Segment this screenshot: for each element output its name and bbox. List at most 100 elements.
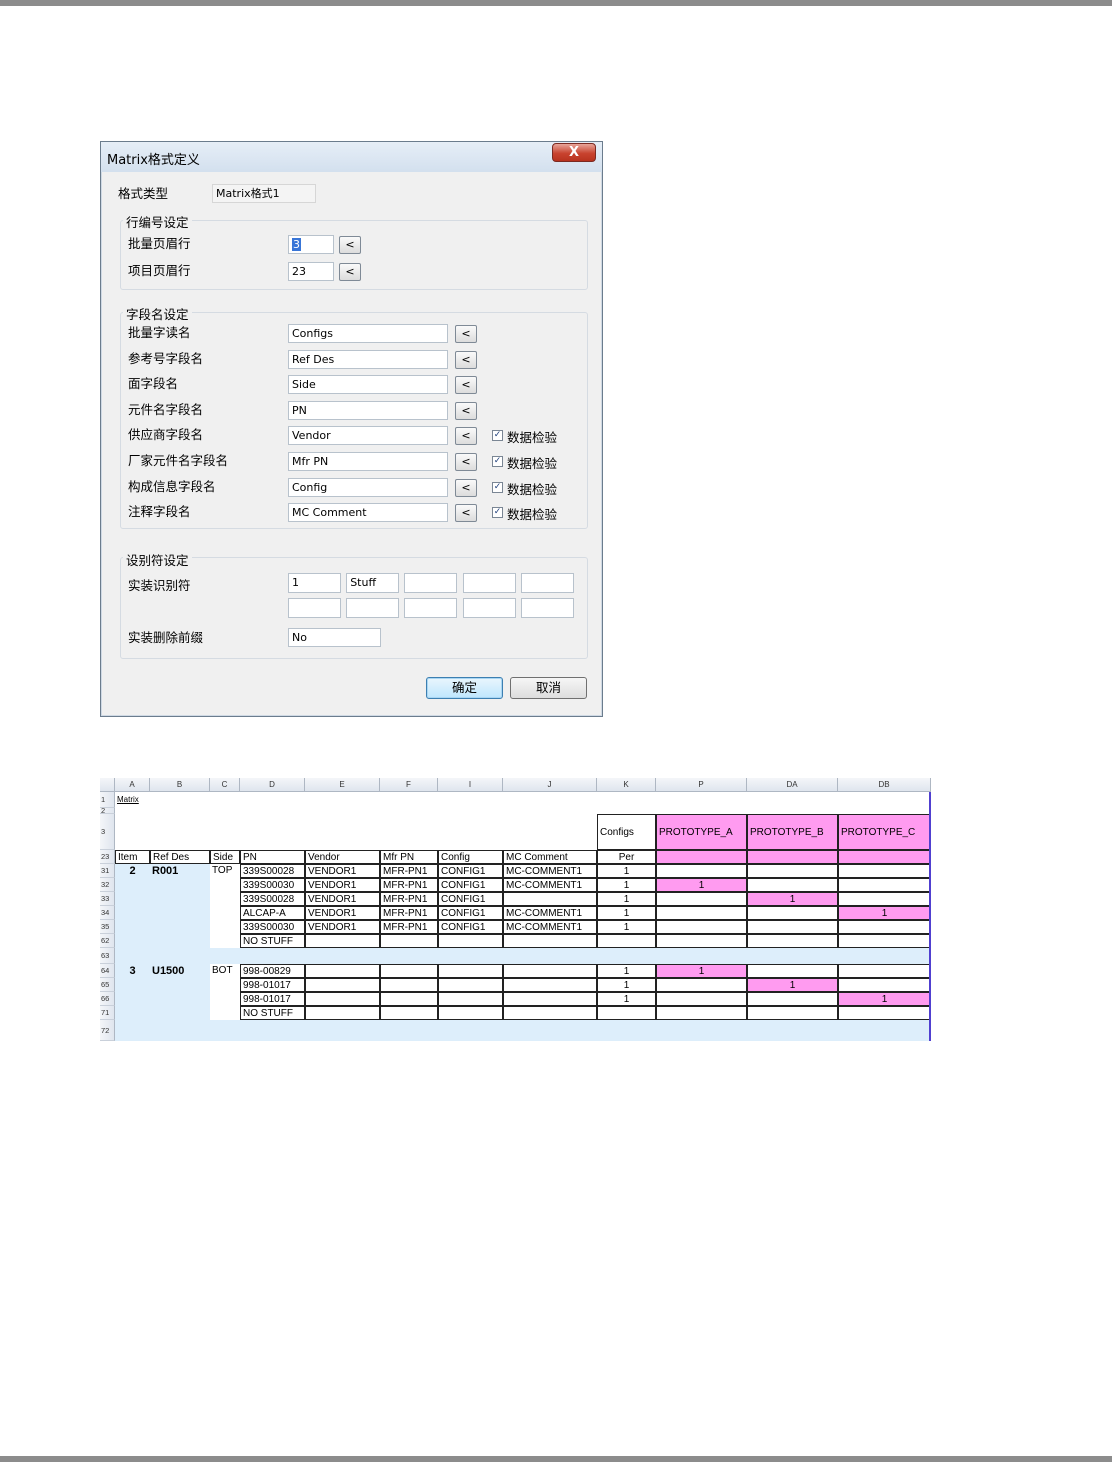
data-check-checkbox[interactable]: ✓ [492, 507, 503, 519]
prototype-value-cell[interactable] [838, 878, 931, 892]
vendor-cell[interactable]: VENDOR1 [305, 864, 380, 878]
group-fill-cell[interactable] [150, 992, 210, 1006]
row-header[interactable]: 33 [100, 892, 115, 906]
mfr-pn-cell[interactable]: MFR-PN1 [380, 892, 438, 906]
mount-identifier-input[interactable] [404, 598, 458, 618]
prototype-header-cell[interactable]: PROTOTYPE_B [747, 814, 838, 850]
prototype-value-cell[interactable] [656, 906, 747, 920]
mfr-pn-cell[interactable] [380, 978, 438, 992]
vendor-cell[interactable] [305, 992, 380, 1006]
mount-identifier-input[interactable]: 1 [288, 573, 341, 593]
column-header[interactable]: DA [747, 778, 838, 792]
field-row-input[interactable]: Side [288, 375, 448, 395]
item-number-cell[interactable]: 2 [115, 864, 150, 878]
group-fill-cell[interactable] [115, 1006, 150, 1020]
prototype-heading-cell[interactable] [656, 850, 747, 864]
side-cell[interactable] [210, 934, 240, 948]
prototype-value-cell[interactable] [747, 878, 838, 892]
group-fill-cell[interactable] [150, 906, 210, 920]
per-cell[interactable]: 1 [597, 992, 656, 1006]
prototype-value-cell[interactable] [838, 1006, 931, 1020]
prototype-value-cell[interactable] [838, 892, 931, 906]
prototype-value-cell[interactable] [747, 906, 838, 920]
field-row-pick-button[interactable]: < [455, 401, 477, 420]
prototype-value-cell[interactable] [656, 864, 747, 878]
pn-cell[interactable]: 339S00028 [240, 892, 305, 906]
spacer-row-cell[interactable] [150, 1020, 210, 1041]
side-cell[interactable] [210, 992, 240, 1006]
group-fill-cell[interactable] [150, 920, 210, 934]
mfr-pn-cell[interactable]: MFR-PN1 [380, 878, 438, 892]
column-header[interactable]: J [503, 778, 597, 792]
column-heading-cell[interactable]: PN [240, 850, 305, 864]
field-row-pick-button[interactable]: < [455, 453, 477, 471]
mount-identifier-input[interactable] [462, 573, 516, 593]
side-cell[interactable] [210, 906, 240, 920]
column-heading-cell[interactable]: Per [597, 850, 656, 864]
row-header[interactable]: 23 [100, 850, 115, 864]
pn-cell[interactable]: 998-00829 [240, 964, 305, 978]
prototype-value-cell[interactable] [656, 1006, 747, 1020]
row-header[interactable]: 65 [100, 978, 115, 992]
spacer-row-cell[interactable] [438, 1020, 503, 1041]
spacer-row-cell[interactable] [597, 1020, 656, 1041]
mount-identifier-input[interactable] [462, 598, 516, 618]
mount-identifier-input[interactable] [346, 598, 400, 618]
column-heading-cell[interactable]: MC Comment [503, 850, 597, 864]
group-fill-cell[interactable] [115, 920, 150, 934]
per-cell[interactable]: 1 [597, 964, 656, 978]
config-cell[interactable] [438, 964, 503, 978]
prototype-value-cell[interactable] [838, 920, 931, 934]
data-check-checkbox[interactable]: ✓ [492, 430, 503, 442]
config-cell[interactable]: CONFIG1 [438, 878, 503, 892]
prototype-value-cell[interactable] [747, 964, 838, 978]
config-cell[interactable] [438, 992, 503, 1006]
config-cell[interactable] [438, 934, 503, 948]
configs-header-cell[interactable]: Configs [597, 814, 656, 850]
pn-cell[interactable]: 998-01017 [240, 978, 305, 992]
spacer-row-cell[interactable] [503, 948, 597, 964]
column-header[interactable]: D [240, 778, 305, 792]
prototype-value-cell[interactable] [747, 992, 838, 1006]
group-fill-cell[interactable] [115, 906, 150, 920]
pn-cell[interactable]: NO STUFF [240, 934, 305, 948]
row-header[interactable]: 62 [100, 934, 115, 948]
pn-cell[interactable]: 339S00028 [240, 864, 305, 878]
prototype-value-cell[interactable]: 1 [838, 906, 931, 920]
field-row-input[interactable]: Mfr PN [288, 452, 448, 471]
column-heading-cell[interactable]: Ref Des [150, 850, 210, 864]
cell-a1[interactable]: Matrix [115, 792, 150, 808]
spacer-row-cell[interactable] [240, 948, 305, 964]
per-cell[interactable]: 1 [597, 864, 656, 878]
mc-comment-cell[interactable] [503, 978, 597, 992]
item-number-cell[interactable]: 3 [115, 964, 150, 978]
spacer-row-cell[interactable] [240, 1020, 305, 1041]
row-header[interactable]: 66 [100, 992, 115, 1006]
pn-cell[interactable]: NO STUFF [240, 1006, 305, 1020]
side-cell[interactable] [210, 878, 240, 892]
spacer-row-cell[interactable] [438, 948, 503, 964]
mfr-pn-cell[interactable] [380, 992, 438, 1006]
row-header[interactable]: 3 [100, 814, 115, 850]
spacer-row-cell[interactable] [656, 1020, 747, 1041]
data-check-checkbox[interactable]: ✓ [492, 481, 503, 493]
column-header[interactable]: K [597, 778, 656, 792]
mount-identifier-input[interactable] [288, 598, 341, 618]
per-cell[interactable]: 1 [597, 878, 656, 892]
mc-comment-cell[interactable] [503, 964, 597, 978]
mount-identifier-input[interactable] [520, 573, 574, 593]
prototype-header-cell[interactable]: PROTOTYPE_A [656, 814, 747, 850]
side-value-cell[interactable]: TOP [210, 864, 240, 878]
vendor-cell[interactable] [305, 964, 380, 978]
prototype-value-cell[interactable]: 1 [656, 964, 747, 978]
side-cell[interactable] [210, 920, 240, 934]
group-fill-cell[interactable] [115, 878, 150, 892]
field-row-input[interactable]: Ref Des [288, 349, 448, 369]
prototype-heading-cell[interactable] [747, 850, 838, 864]
side-cell[interactable] [210, 1006, 240, 1020]
vendor-cell[interactable]: VENDOR1 [305, 906, 380, 920]
prototype-value-cell[interactable] [838, 934, 931, 948]
column-header[interactable]: F [380, 778, 438, 792]
row-header[interactable]: 32 [100, 878, 115, 892]
row-header[interactable]: 64 [100, 964, 115, 978]
